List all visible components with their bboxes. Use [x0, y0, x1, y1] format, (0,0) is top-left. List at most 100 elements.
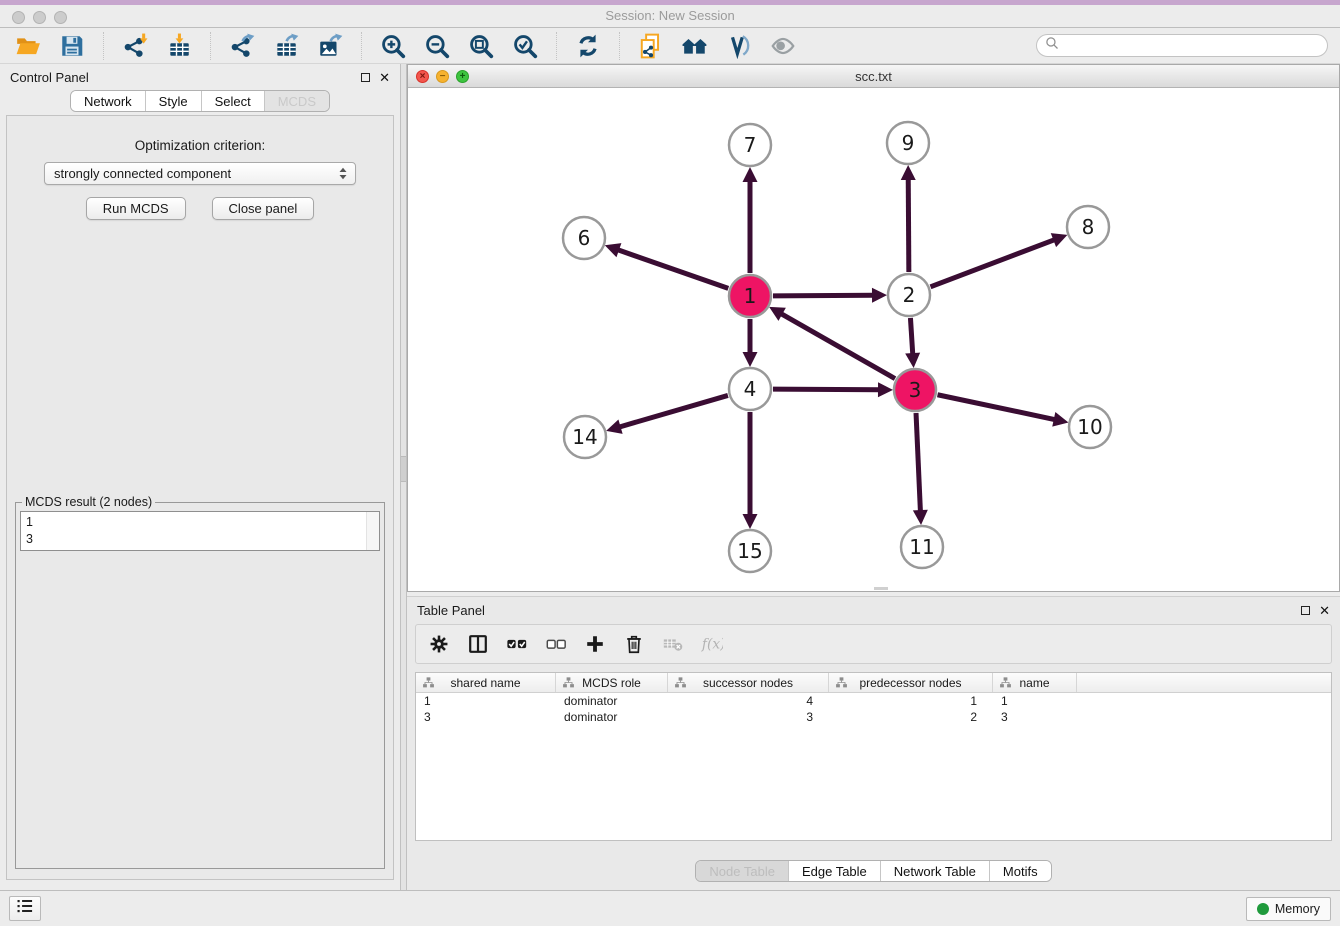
search-input[interactable]: [1065, 39, 1319, 53]
open-file-icon[interactable]: [14, 32, 42, 60]
tab-motifs[interactable]: Motifs: [989, 861, 1051, 881]
mcds-result-list[interactable]: 13: [20, 511, 380, 551]
zoom-selected-icon[interactable]: [511, 32, 539, 60]
select-all-icon[interactable]: [506, 633, 528, 655]
graph-node-6[interactable]: 6: [563, 217, 605, 259]
table-cell[interactable]: 2: [829, 709, 993, 725]
close-table-panel-icon[interactable]: ✕: [1319, 604, 1330, 617]
eye-icon[interactable]: [769, 32, 797, 60]
table-cell[interactable]: 3: [668, 709, 829, 725]
mcds-result-line: 3: [26, 531, 374, 548]
refresh-icon[interactable]: [574, 32, 602, 60]
column-header-name[interactable]: name: [993, 673, 1077, 692]
import-table-icon[interactable]: [165, 32, 193, 60]
svg-text:11: 11: [909, 535, 934, 559]
column-header-predecessor-nodes[interactable]: predecessor nodes: [829, 673, 993, 692]
svg-text:9: 9: [902, 131, 915, 155]
graph-edge-4-15: [743, 412, 758, 529]
home-icon[interactable]: [681, 32, 709, 60]
graph-node-11[interactable]: 11: [901, 526, 943, 568]
toolbar-separator: [103, 32, 104, 60]
graph-node-9[interactable]: 9: [887, 122, 929, 164]
tab-network-table[interactable]: Network Table: [880, 861, 989, 881]
table-cell[interactable]: 1: [829, 693, 993, 709]
node-table: shared nameMCDS rolesuccessor nodesprede…: [415, 672, 1332, 841]
close-panel-button[interactable]: Close panel: [212, 197, 315, 220]
table-cell[interactable]: dominator: [556, 693, 668, 709]
column-header-mcds-role[interactable]: MCDS role: [556, 673, 668, 692]
criterion-select[interactable]: strongly connected component: [44, 162, 356, 185]
export-image-icon[interactable]: [316, 32, 344, 60]
mcds-result-groupbox: MCDS result (2 nodes) 13: [15, 495, 385, 869]
float-panel-icon[interactable]: [361, 73, 370, 82]
trash-icon[interactable]: [623, 633, 645, 655]
svg-text:4: 4: [744, 377, 757, 401]
graph-node-15[interactable]: 15: [729, 530, 771, 572]
graph-node-2[interactable]: 2: [888, 274, 930, 316]
status-bar: Memory: [0, 890, 1340, 926]
splitter-handle-icon[interactable]: [401, 456, 406, 482]
split-panel-icon[interactable]: [467, 633, 489, 655]
table-row[interactable]: 1dominator411: [416, 693, 1331, 709]
table-cell[interactable]: 1: [993, 693, 1077, 709]
export-table-icon[interactable]: [272, 32, 300, 60]
network-window-titlebar[interactable]: scc.txt: [408, 65, 1339, 88]
hierarchy-icon: [674, 676, 687, 692]
tab-node-table[interactable]: Node Table: [696, 861, 788, 881]
task-history-button[interactable]: [9, 896, 41, 921]
table-cell[interactable]: 3: [416, 709, 556, 725]
svg-text:3: 3: [909, 378, 922, 402]
control-panel: Control Panel ✕ NetworkStyleSelectMCDS O…: [0, 64, 400, 890]
search-field[interactable]: [1036, 34, 1328, 57]
table-cell[interactable]: 4: [668, 693, 829, 709]
graph-node-14[interactable]: 14: [564, 416, 606, 458]
graph-node-7[interactable]: 7: [729, 124, 771, 166]
table-row[interactable]: 3dominator323: [416, 709, 1331, 725]
tab-mcds[interactable]: MCDS: [264, 91, 329, 111]
svg-text:7: 7: [744, 133, 757, 157]
tab-select[interactable]: Select: [201, 91, 264, 111]
graph-node-3[interactable]: 3: [894, 369, 936, 411]
panel-splitter[interactable]: [400, 64, 407, 890]
zoom-out-icon[interactable]: [423, 32, 451, 60]
graph-node-4[interactable]: 4: [729, 368, 771, 410]
tab-style[interactable]: Style: [145, 91, 201, 111]
column-header-shared-name[interactable]: shared name: [416, 673, 556, 692]
svg-text:14: 14: [572, 425, 597, 449]
svg-text:10: 10: [1077, 415, 1102, 439]
save-icon[interactable]: [58, 32, 86, 60]
export-network-icon[interactable]: [228, 32, 256, 60]
select-stepper-icon: [335, 165, 351, 182]
run-mcds-button[interactable]: Run MCDS: [86, 197, 186, 220]
graph-node-1[interactable]: 1: [729, 275, 771, 317]
validator-icon[interactable]: [725, 32, 753, 60]
memory-button[interactable]: Memory: [1246, 897, 1331, 921]
import-network-icon[interactable]: [121, 32, 149, 60]
float-table-panel-icon[interactable]: [1301, 606, 1310, 615]
table-body: 1dominator4113dominator323: [416, 693, 1331, 725]
tab-network[interactable]: Network: [71, 91, 145, 111]
zoom-in-icon[interactable]: [379, 32, 407, 60]
graph-node-10[interactable]: 10: [1069, 406, 1111, 448]
deselect-all-icon[interactable]: [545, 633, 567, 655]
table-cell[interactable]: 3: [993, 709, 1077, 725]
graph-node-8[interactable]: 8: [1067, 206, 1109, 248]
table-cell[interactable]: 1: [416, 693, 556, 709]
table-cell[interactable]: dominator: [556, 709, 668, 725]
tab-edge-table[interactable]: Edge Table: [788, 861, 880, 881]
column-header-successor-nodes[interactable]: successor nodes: [668, 673, 829, 692]
network-canvas[interactable]: 7 9 6 8 1 2 4 3 10 14 15 11: [408, 88, 1339, 591]
close-panel-icon[interactable]: ✕: [379, 71, 390, 84]
gear-icon[interactable]: [428, 633, 450, 655]
svg-text:8: 8: [1082, 215, 1095, 239]
table-panel-title: Table Panel: [417, 603, 485, 618]
zoom-fit-icon[interactable]: [467, 32, 495, 60]
column-header-filler: [1077, 673, 1331, 692]
search-icon: [1045, 36, 1060, 56]
graph-edge-1-6: [605, 243, 729, 288]
mcds-result-title: MCDS result (2 nodes): [22, 495, 155, 509]
graph-edge-4-3: [773, 382, 893, 397]
desktop-strip: [0, 0, 1340, 5]
clone-network-icon[interactable]: [637, 32, 665, 60]
add-icon[interactable]: [584, 633, 606, 655]
